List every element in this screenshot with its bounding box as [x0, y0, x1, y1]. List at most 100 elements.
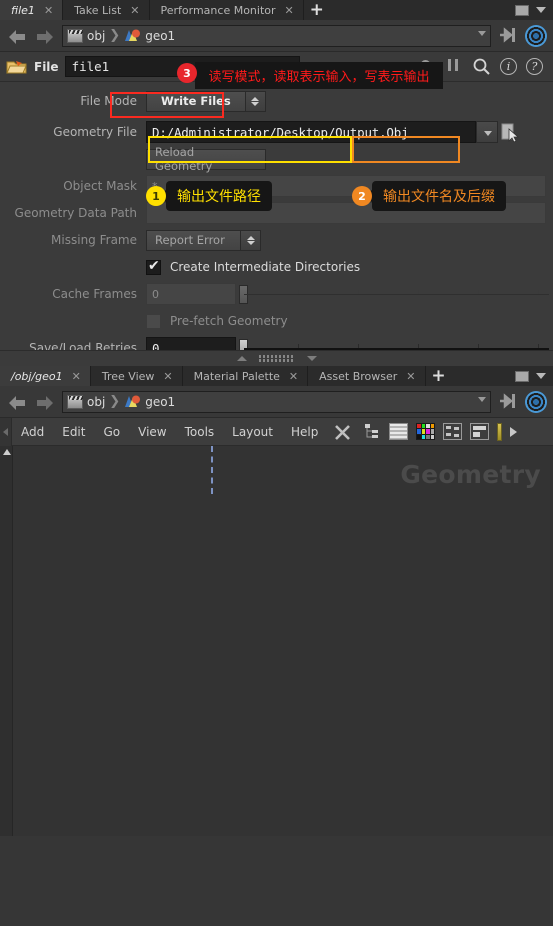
list-icon[interactable] — [389, 423, 409, 440]
sliders-icon[interactable] — [444, 57, 463, 76]
tab-asset-browser[interactable]: Asset Browser ✕ — [308, 366, 425, 386]
close-icon[interactable]: ✕ — [285, 5, 294, 16]
prefetch-checkbox[interactable] — [146, 313, 161, 329]
menu-layout[interactable]: Layout — [223, 425, 282, 439]
target-icon[interactable] — [525, 24, 547, 47]
file-chooser-icon[interactable] — [498, 121, 520, 143]
houdini-window: file1 ✕ Take List ✕ Performance Monitor … — [0, 0, 553, 926]
menu-help[interactable]: Help — [282, 425, 327, 439]
prefetch-label: Pre-fetch Geometry — [170, 314, 288, 328]
search-icon[interactable] — [472, 57, 491, 76]
row-missing-frame: Missing Frame Report Error — [0, 227, 553, 253]
forward-arrow-icon[interactable] — [34, 391, 56, 413]
object-mask-label: Object Mask — [63, 179, 137, 193]
file-mode-menu[interactable]: Write Files — [146, 90, 246, 112]
collapse-down-icon[interactable] — [306, 356, 317, 361]
geometry-file-dropdown[interactable] — [476, 121, 498, 143]
color-palette-icon[interactable] — [416, 423, 436, 440]
menu-edit[interactable]: Edit — [53, 425, 94, 439]
pin-icon[interactable] — [497, 391, 519, 413]
tab-take-list[interactable]: Take List ✕ — [63, 0, 149, 20]
grip-dots-icon — [258, 355, 295, 362]
help-icon[interactable]: ? — [526, 58, 543, 75]
network-side-rail[interactable] — [0, 446, 13, 836]
maximize-icon[interactable] — [515, 4, 529, 16]
geometry-data-path-label: Geometry Data Path — [14, 206, 137, 220]
play-arrow-icon[interactable] — [510, 426, 518, 437]
menu-go[interactable]: Go — [94, 425, 129, 439]
yellow-bar-icon[interactable] — [497, 422, 503, 441]
menu-add[interactable]: Add — [12, 425, 53, 439]
tab-material-palette[interactable]: Material Palette ✕ — [182, 366, 308, 386]
path-input[interactable]: obj ❯ geo1 — [62, 24, 491, 47]
chevron-down-icon[interactable] — [536, 373, 546, 379]
maximize-icon[interactable] — [515, 370, 529, 382]
forward-arrow-icon[interactable] — [34, 25, 56, 47]
create-intermediate-label: Create Intermediate Directories — [170, 260, 361, 274]
back-arrow-icon[interactable] — [6, 25, 28, 47]
hierarchy-icon[interactable] — [361, 422, 381, 442]
close-icon[interactable]: ✕ — [406, 371, 415, 382]
tab-performance-monitor[interactable]: Performance Monitor ✕ — [149, 0, 303, 20]
tab-file1[interactable]: file1 ✕ — [0, 0, 63, 20]
path-segment-geo1[interactable]: geo1 — [145, 395, 175, 409]
tools-icon[interactable] — [333, 422, 353, 442]
tabbar-window-controls — [515, 366, 553, 386]
path-segment-geo1[interactable]: geo1 — [145, 29, 175, 43]
close-icon[interactable]: ✕ — [72, 371, 81, 382]
missing-frame-menu[interactable]: Report Error — [146, 229, 241, 251]
row-geometry-file: Geometry File D:/Administrator/Desktop/O… — [0, 119, 553, 145]
slate-icon — [67, 394, 83, 409]
back-arrow-icon[interactable] — [6, 391, 28, 413]
path-separator-icon: ❯ — [109, 28, 121, 43]
missing-frame-stepper[interactable] — [241, 229, 261, 251]
tab-obj-geo1[interactable]: /obj/geo1 ✕ — [0, 366, 90, 386]
tab-label: Material Palette — [193, 369, 280, 383]
tab-label: Asset Browser — [319, 369, 398, 383]
create-intermediate-checkbox[interactable] — [146, 258, 161, 275]
tab-label: file1 — [11, 3, 35, 17]
file-mode-stepper[interactable] — [245, 90, 266, 112]
tab-label: Performance Monitor — [160, 3, 276, 17]
geometry-file-input[interactable]: D:/Administrator/Desktop/Output.Obj — [146, 121, 476, 143]
row-prefetch: Pre-fetch Geometry — [0, 308, 553, 334]
pin-icon[interactable] — [497, 25, 519, 47]
collapse-up-icon[interactable] — [236, 356, 247, 361]
top-path-bar: obj ❯ geo1 — [0, 20, 553, 52]
splitter-grip[interactable] — [236, 355, 317, 362]
cache-frames-slider[interactable] — [238, 283, 553, 305]
chevron-down-icon[interactable] — [536, 7, 546, 13]
add-tab-button[interactable]: + — [425, 366, 452, 386]
missing-frame-label: Missing Frame — [51, 233, 137, 247]
window-layout-icon[interactable] — [470, 423, 490, 440]
toolbar-scroll-left[interactable] — [0, 417, 12, 446]
menu-view[interactable]: View — [129, 425, 175, 439]
pane-splitter[interactable] — [0, 350, 553, 366]
cache-frames-input[interactable]: 0 — [146, 283, 236, 305]
path-separator-icon: ❯ — [109, 394, 121, 409]
chevron-down-icon[interactable] — [478, 30, 486, 36]
cache-frames-label: Cache Frames — [52, 287, 137, 301]
network-watermark: Geometry — [400, 460, 541, 489]
target-icon[interactable] — [525, 390, 547, 413]
reload-geometry-button[interactable]: Reload Geometry — [146, 145, 266, 173]
close-icon[interactable]: ✕ — [130, 5, 139, 16]
info-icon[interactable]: i — [500, 58, 517, 75]
add-tab-button[interactable]: + — [303, 0, 330, 20]
tab-tree-view[interactable]: Tree View ✕ — [90, 366, 182, 386]
path-input[interactable]: obj ❯ geo1 — [62, 390, 491, 413]
path-segment-obj[interactable]: obj — [87, 395, 105, 409]
open-folder-icon — [6, 58, 28, 76]
layout-grid-icon[interactable] — [443, 423, 463, 440]
chevron-down-icon[interactable] — [478, 396, 486, 402]
tabbar-window-controls — [515, 0, 553, 20]
close-icon[interactable]: ✕ — [289, 371, 298, 382]
top-tab-bar: file1 ✕ Take List ✕ Performance Monitor … — [0, 0, 553, 20]
annotation-callout-1: 输出文件路径 — [166, 181, 272, 211]
network-editor[interactable]: Geometry file2 text.obj — [0, 446, 553, 836]
close-icon[interactable]: ✕ — [44, 5, 53, 16]
close-icon[interactable]: ✕ — [163, 371, 172, 382]
path-segment-obj[interactable]: obj — [87, 29, 105, 43]
menu-tools[interactable]: Tools — [176, 425, 224, 439]
tab-label: Tree View — [101, 369, 155, 383]
